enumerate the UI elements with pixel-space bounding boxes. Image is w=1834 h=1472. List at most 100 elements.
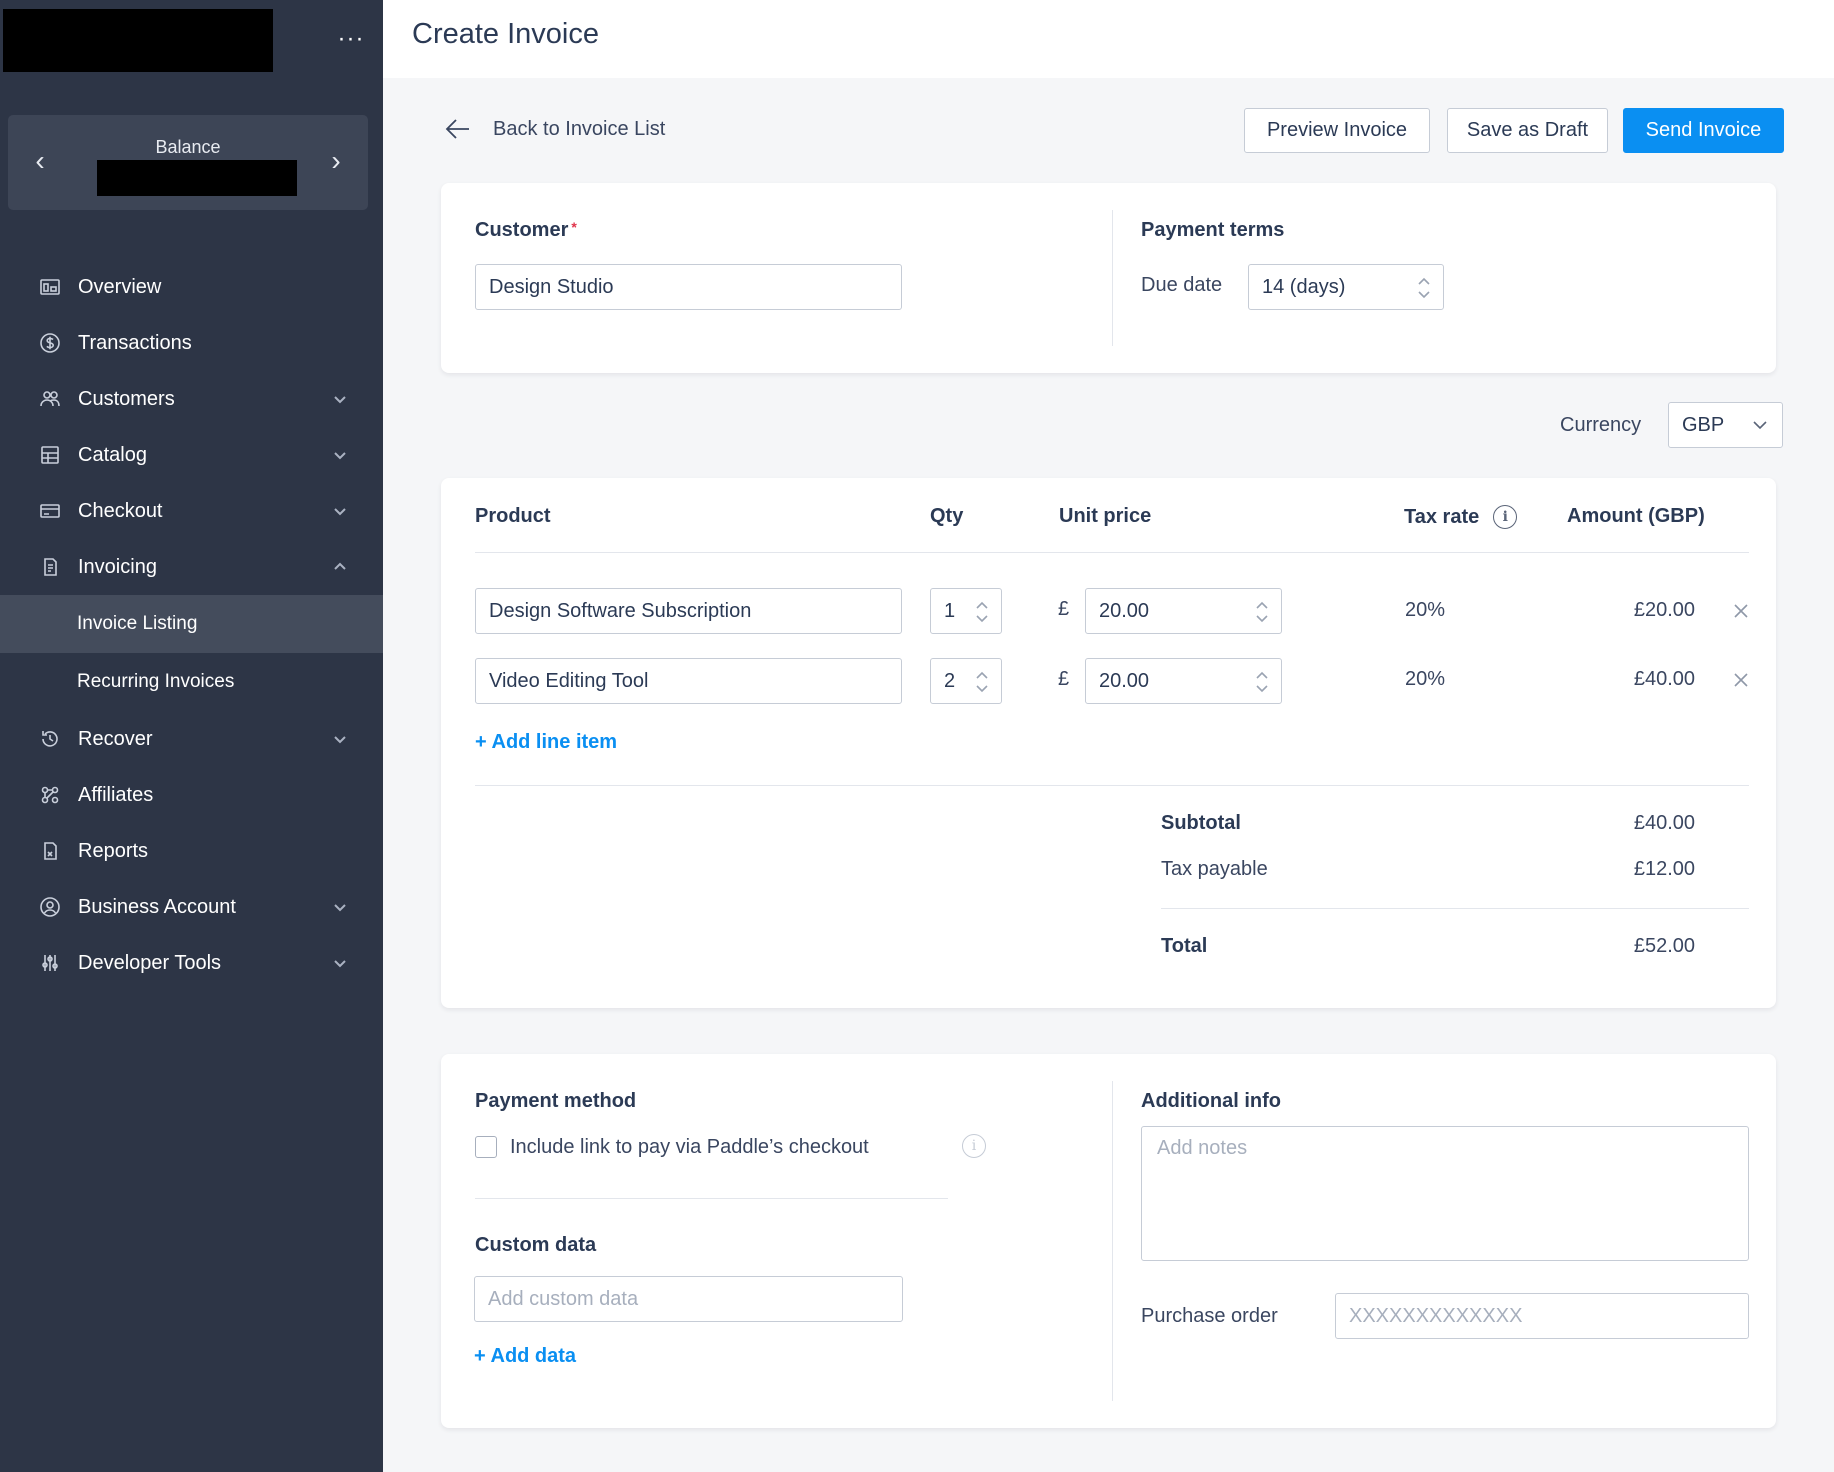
subtotal-value: £40.00 xyxy=(1633,812,1695,834)
currency-select[interactable]: GBP xyxy=(1668,402,1783,448)
line-item-tax: 20% xyxy=(1405,599,1446,621)
col-header-qty: Qty xyxy=(930,505,964,527)
sidebar-subitem-invoice-listing[interactable]: Invoice Listing xyxy=(0,595,383,653)
sidebar-item-overview[interactable]: Overview xyxy=(0,259,383,315)
sidebar-item-label: Developer Tools xyxy=(78,951,222,974)
total-value: £52.00 xyxy=(1633,935,1695,957)
save-as-draft-button[interactable]: Save as Draft xyxy=(1447,108,1608,153)
customer-terms-card: Customer * Design Studio Payment terms Du… xyxy=(441,183,1776,373)
line-item-product-input[interactable]: Video Editing Tool xyxy=(475,658,902,704)
chevron-down-icon[interactable] xyxy=(333,445,353,465)
sidebar-item-developer-tools[interactable]: Developer Tools xyxy=(0,935,383,991)
payment-method-label: Payment method xyxy=(475,1090,637,1112)
divider xyxy=(1161,908,1749,909)
line-items-card: Product Qty Unit price Tax rate i Amount… xyxy=(441,478,1776,1008)
add-line-item-link[interactable]: + Add line item xyxy=(475,731,617,754)
line-item-product-input[interactable]: Design Software Subscription xyxy=(475,588,902,634)
sidebar-item-affiliates[interactable]: Affiliates xyxy=(0,767,383,823)
balance-label: Balance xyxy=(155,137,221,157)
remove-line-item-icon[interactable] xyxy=(1732,671,1752,691)
notes-textarea[interactable] xyxy=(1141,1126,1749,1261)
line-item-amount: £40.00 xyxy=(1633,668,1695,690)
sidebar-item-label: Catalog xyxy=(78,443,147,466)
custom-data-input[interactable]: Add custom data xyxy=(474,1276,903,1322)
purchase-order-input[interactable]: XXXXXXXXXXXXX xyxy=(1335,1293,1749,1339)
customer-input[interactable]: Design Studio xyxy=(475,264,902,310)
sidebar-item-label: Recover xyxy=(78,727,153,750)
line-item-qty-stepper[interactable]: 2 xyxy=(930,658,1002,704)
add-data-link[interactable]: + Add data xyxy=(474,1345,576,1368)
stepper-arrows-icon[interactable] xyxy=(975,669,989,695)
back-to-invoice-list-link[interactable]: Back to Invoice List xyxy=(443,114,665,144)
currency-label: Currency xyxy=(1560,414,1642,436)
due-date-value: 14 (days) xyxy=(1262,275,1346,298)
payment-info-card: Payment method Include link to pay via P… xyxy=(441,1054,1776,1428)
chevron-up-icon[interactable] xyxy=(333,557,353,577)
sidebar-item-label: Affiliates xyxy=(78,783,154,806)
col-header-product: Product xyxy=(475,505,551,527)
main-content: Back to Invoice List Preview Invoice Sav… xyxy=(383,78,1834,1472)
line-item-tax: 20% xyxy=(1405,668,1446,690)
send-invoice-button[interactable]: Send Invoice xyxy=(1623,108,1784,153)
due-date-label: Due date xyxy=(1141,274,1223,296)
invoice-icon xyxy=(38,555,62,579)
stepper-arrows-icon[interactable] xyxy=(1255,599,1269,625)
sidebar-item-invoicing[interactable]: Invoicing xyxy=(0,539,383,595)
unit-price-value: 20.00 xyxy=(1099,599,1150,622)
divider xyxy=(475,552,1749,553)
currency-value: GBP xyxy=(1682,413,1725,436)
custom-data-label: Custom data xyxy=(475,1234,597,1256)
paddle-checkout-checkbox[interactable] xyxy=(475,1136,497,1158)
unit-price-value: 20.00 xyxy=(1099,669,1150,692)
sidebar-item-business-account[interactable]: Business Account xyxy=(0,879,383,935)
required-mark: * xyxy=(571,219,577,235)
sidebar-item-catalog[interactable]: Catalog xyxy=(0,427,383,483)
sidebar-item-label: Invoicing xyxy=(78,555,157,578)
preview-invoice-button[interactable]: Preview Invoice xyxy=(1244,108,1430,153)
arrow-left-icon xyxy=(445,119,469,139)
due-date-stepper[interactable]: 14 (days) xyxy=(1248,264,1444,310)
more-options-icon[interactable]: ··· xyxy=(334,22,368,56)
sidebar-item-reports[interactable]: Reports xyxy=(0,823,383,879)
sidebar-item-customers[interactable]: Customers xyxy=(0,371,383,427)
sidebar-subitem-recurring-invoices[interactable]: Recurring Invoices xyxy=(0,653,383,711)
qty-value: 2 xyxy=(944,669,956,692)
tax-payable-value: £12.00 xyxy=(1633,858,1695,880)
stepper-arrows-icon[interactable] xyxy=(1255,669,1269,695)
line-item-qty-stepper[interactable]: 1 xyxy=(930,588,1002,634)
sidebar-item-label: Checkout xyxy=(78,499,163,522)
sidebar-subitem-label: Invoice Listing xyxy=(77,613,198,634)
line-item-unit-price-stepper[interactable]: 20.00 xyxy=(1085,658,1282,704)
chevron-down-icon[interactable] xyxy=(333,729,353,749)
remove-line-item-icon[interactable] xyxy=(1732,602,1752,622)
sidebar-nav: Overview Transactions Customers Catalog … xyxy=(0,259,383,991)
divider xyxy=(475,1198,948,1199)
purchase-order-label: Purchase order xyxy=(1141,1305,1278,1327)
catalog-icon xyxy=(38,443,62,467)
sidebar-item-recover[interactable]: Recover xyxy=(0,711,383,767)
chevron-down-icon[interactable] xyxy=(333,953,353,973)
info-icon[interactable]: i xyxy=(962,1134,986,1158)
paddle-checkout-label: Include link to pay via Paddle’s checkou… xyxy=(510,1136,869,1158)
info-icon[interactable]: i xyxy=(1493,505,1518,529)
divider xyxy=(1112,1081,1113,1401)
balance-next-icon[interactable]: › xyxy=(324,145,348,177)
currency-symbol: £ xyxy=(1058,598,1070,620)
chevron-down-icon[interactable] xyxy=(333,897,353,917)
stepper-arrows-icon[interactable] xyxy=(1417,275,1431,301)
credit-card-icon xyxy=(38,499,62,523)
chevron-down-icon[interactable] xyxy=(333,389,353,409)
sidebar-item-label: Transactions xyxy=(78,331,192,354)
customer-label: Customer * xyxy=(475,219,577,241)
affiliates-icon xyxy=(38,783,62,807)
sidebar-item-checkout[interactable]: Checkout xyxy=(0,483,383,539)
line-item-unit-price-stepper[interactable]: 20.00 xyxy=(1085,588,1282,634)
col-header-unit-price: Unit price xyxy=(1059,505,1152,527)
stepper-arrows-icon[interactable] xyxy=(975,599,989,625)
chevron-down-icon[interactable] xyxy=(333,501,353,521)
recover-icon xyxy=(38,727,62,751)
divider xyxy=(475,785,1749,786)
sidebar-item-transactions[interactable]: Transactions xyxy=(0,315,383,371)
sliders-icon xyxy=(38,951,62,975)
dollar-circle-icon xyxy=(38,331,62,355)
